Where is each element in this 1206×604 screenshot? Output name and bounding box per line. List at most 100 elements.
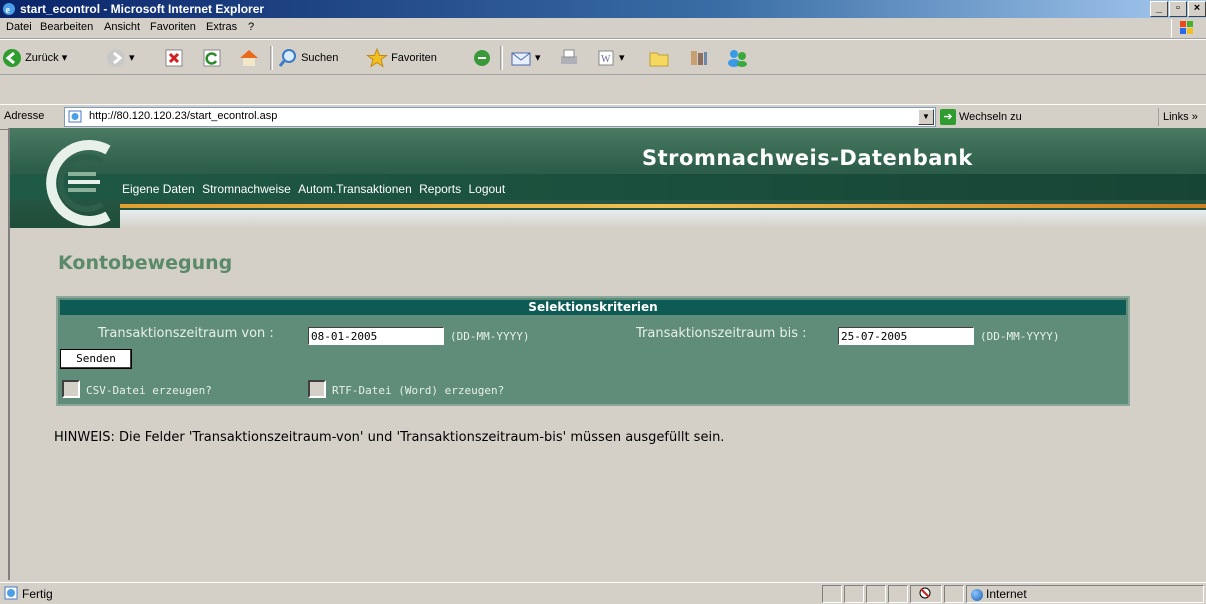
send-button[interactable]: Senden — [60, 349, 132, 369]
favorites-star-icon — [365, 47, 389, 68]
csv-checkbox[interactable] — [62, 380, 80, 398]
nav-stromnachweise[interactable]: Stromnachweise — [200, 182, 293, 196]
go-arrow-icon: ➔ — [940, 109, 956, 126]
ie-logo-icon: e — [3, 3, 15, 16]
banner-accent-line — [120, 204, 1206, 208]
address-dropdown-icon[interactable]: ▼ — [918, 109, 934, 125]
address-url: http://80.120.120.23/start_econtrol.asp — [89, 110, 278, 122]
folder-icon — [649, 52, 669, 67]
folder-button[interactable] — [648, 46, 670, 70]
to-date-input[interactable]: 25-07-2005 — [838, 327, 974, 345]
rtf-checkbox-label: RTF-Datei (Word) erzeugen? — [332, 384, 505, 397]
from-date-format: (DD-MM-YYYY) — [450, 330, 530, 343]
home-button[interactable] — [238, 46, 260, 70]
page-icon — [68, 110, 82, 123]
nav-autom-transaktionen[interactable]: Autom.Transaktionen — [296, 182, 414, 196]
svg-text:e: e — [6, 5, 11, 16]
home-icon — [240, 50, 258, 67]
rtf-checkbox[interactable] — [308, 380, 326, 398]
site-logo-icon — [46, 140, 111, 226]
toolbar-separator — [500, 46, 503, 70]
menu-bar: Datei Bearbeiten Ansicht Favoriten Extra… — [0, 18, 1206, 39]
favorites-button[interactable]: Favoriten — [365, 46, 437, 70]
messenger-button[interactable] — [726, 46, 750, 70]
stop-icon — [165, 49, 183, 67]
maximize-button[interactable]: ▫ — [1169, 1, 1187, 17]
status-bar: Fertig Internet — [0, 582, 1206, 604]
go-button[interactable]: ➔ Wechseln zu — [940, 108, 1022, 126]
site-title: Stromnachweis-Datenbank — [642, 146, 973, 170]
print-button[interactable] — [558, 46, 580, 70]
hint-text: HINWEIS: Die Felder 'Transaktionszeitrau… — [54, 430, 725, 445]
nav-logout[interactable]: Logout — [466, 182, 507, 196]
menu-datei[interactable]: Datei — [6, 21, 32, 33]
status-cell — [822, 585, 842, 603]
to-date-format: (DD-MM-YYYY) — [980, 330, 1060, 343]
internet-globe-icon — [971, 588, 983, 601]
address-label: Adresse — [4, 110, 45, 122]
media-button[interactable] — [472, 46, 492, 70]
page-viewport: Stromnachweis-Datenbank Eigene Daten Str… — [8, 128, 1206, 580]
refresh-icon — [203, 49, 221, 67]
print-icon — [561, 49, 577, 65]
to-date-label: Transaktionszeitraum bis : — [636, 326, 807, 341]
forward-button[interactable]: ▾ — [106, 46, 135, 70]
page-title: Kontobewegung — [58, 252, 233, 274]
menu-favoriten[interactable]: Favoriten — [150, 21, 196, 33]
edit-word-button[interactable]: W ▾ — [596, 46, 625, 70]
refresh-button[interactable] — [202, 46, 222, 70]
security-zone: Internet — [966, 585, 1204, 603]
window-title-bar: e start_econtrol - Microsoft Internet Ex… — [0, 0, 1206, 18]
media-icon — [474, 50, 490, 67]
links-button[interactable]: Links » — [1158, 108, 1206, 126]
minimize-button[interactable]: _ — [1150, 1, 1168, 17]
go-label: Wechseln zu — [959, 111, 1022, 123]
mail-icon — [511, 52, 531, 66]
menu-help[interactable]: ? — [248, 21, 254, 33]
favorites-label: Favoriten — [391, 52, 437, 64]
window-title: start_econtrol - Microsoft Internet Expl… — [20, 2, 265, 16]
toolbar-separator — [270, 46, 273, 70]
nav-reports[interactable]: Reports — [417, 182, 463, 196]
windows-logo-icon — [1171, 19, 1202, 38]
back-arrow-icon — [3, 49, 21, 68]
back-button[interactable]: Zurück ▾ — [2, 46, 67, 70]
mail-button[interactable]: ▾ — [510, 46, 541, 70]
csv-checkbox-label: CSV-Datei erzeugen? — [86, 384, 212, 397]
zone-label: Internet — [986, 587, 1027, 601]
search-label: Suchen — [301, 52, 339, 64]
status-text: Fertig — [22, 587, 53, 601]
forward-arrow-icon — [107, 49, 125, 68]
search-button[interactable]: Suchen — [278, 46, 338, 70]
from-date-label: Transaktionszeitraum von : — [98, 326, 274, 341]
stop-button[interactable] — [164, 46, 184, 70]
site-banner: Stromnachweis-Datenbank Eigene Daten Str… — [10, 128, 1206, 228]
status-cell — [844, 585, 864, 603]
page-status-icon — [4, 586, 18, 600]
site-navigation: Eigene Daten Stromnachweise Autom.Transa… — [120, 178, 507, 200]
word-icon: W — [598, 50, 614, 66]
address-input[interactable]: http://80.120.120.23/start_econtrol.asp … — [64, 107, 936, 127]
svg-text:W: W — [601, 54, 611, 65]
from-date-input[interactable]: 08-01-2005 — [308, 327, 444, 345]
research-button[interactable] — [688, 46, 710, 70]
menu-bearbeiten[interactable]: Bearbeiten — [40, 21, 93, 33]
banner-light-band — [120, 210, 1206, 228]
toolbar: Zurück ▾ ▾ Suchen Favoriten ▾ W ▾ — [0, 39, 1206, 75]
nav-eigene-daten[interactable]: Eigene Daten — [120, 182, 197, 196]
status-cell — [944, 585, 964, 603]
status-cell — [888, 585, 908, 603]
address-bar: Adresse http://80.120.120.23/start_econt… — [0, 104, 1206, 130]
links-label: Links — [1163, 111, 1189, 123]
status-cell — [866, 585, 886, 603]
popup-blocker-icon[interactable] — [910, 585, 942, 603]
close-button[interactable]: × — [1188, 1, 1206, 17]
messenger-icon — [728, 50, 747, 68]
selection-panel: Selektionskriterien Transaktionszeitraum… — [56, 296, 1130, 406]
menu-extras[interactable]: Extras — [206, 21, 237, 33]
research-icon — [691, 51, 707, 66]
search-icon — [278, 49, 296, 68]
panel-title: Selektionskriterien — [60, 300, 1126, 315]
menu-ansicht[interactable]: Ansicht — [104, 21, 140, 33]
back-label: Zurück — [25, 52, 59, 64]
